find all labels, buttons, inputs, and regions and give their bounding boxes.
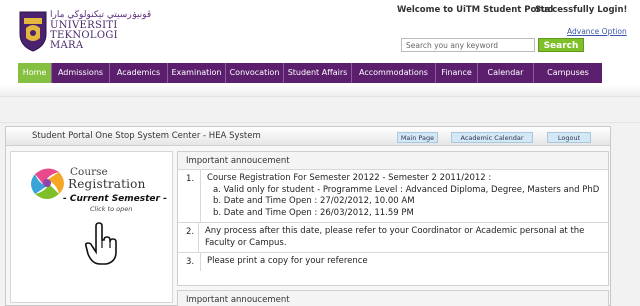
main-nav: Home Admissions Academics Examination Co… (18, 63, 602, 83)
academic-calendar-button[interactable]: Academic Calendar (451, 132, 533, 143)
announcement-box-2: Important annoucement (177, 290, 609, 306)
announcement-item: 2. Any process after this date, please r… (178, 223, 608, 253)
announcement-subitem: b. Date and Time Open : 26/03/2012, 11.5… (213, 207, 414, 218)
announcement-text: Course Registration For Semester 20122 -… (207, 173, 492, 183)
nav-convocation[interactable]: Convocation (226, 63, 284, 83)
announcement-box: Important annoucement 1. Course Registra… (177, 151, 609, 286)
main-page-button[interactable]: Main Page (397, 132, 438, 143)
announcement-item: 3. Please print a copy for your referenc… (178, 253, 608, 271)
nav-examination[interactable]: Examination (168, 63, 226, 83)
uitm-logo[interactable]: ڤونيۏرسيتي تيكنولوڬي مارا UNIVERSITI TEK… (18, 8, 158, 52)
logout-button[interactable]: Logout (547, 132, 591, 143)
announcement-item: 1. Course Registration For Semester 2012… (178, 170, 608, 223)
welcome-text: Welcome to UiTM Student Portal (397, 5, 554, 15)
nav-finance[interactable]: Finance (436, 63, 478, 83)
nav-calendar[interactable]: Calendar (478, 63, 534, 83)
band-top (0, 84, 640, 96)
course-registration-banner[interactable]: Course Registration - Current Semester -… (10, 151, 173, 303)
nav-student-affairs[interactable]: Student Affairs (284, 63, 352, 83)
advance-option-link[interactable]: Advance Option (567, 27, 627, 36)
announcement-number: 1. (178, 170, 201, 222)
portal-title: Student Portal One Stop System Center - … (32, 131, 261, 141)
announcement-heading: Important annoucement (178, 152, 608, 170)
search-button[interactable]: Search (538, 38, 584, 52)
announcement-subitem: a. Valid only for student - Programme Le… (213, 184, 600, 195)
nav-admissions[interactable]: Admissions (52, 63, 110, 83)
announcement-text: Any process after this date, please refe… (204, 226, 585, 248)
click-to-open-label: Click to open (90, 205, 133, 213)
hand-pointer-icon (84, 222, 117, 265)
portal-panel: Student Portal One Stop System Center - … (5, 126, 611, 306)
nav-campuses[interactable]: Campuses (534, 63, 602, 83)
current-semester-label: - Current Semester - (63, 194, 167, 204)
band-divider (0, 122, 640, 123)
nav-accommodations[interactable]: Accommodations (352, 63, 436, 83)
nav-home[interactable]: Home (18, 63, 52, 83)
logo-line-3: MARA (50, 40, 84, 51)
nav-academics[interactable]: Academics (110, 63, 168, 83)
login-status: Successfully Login! (535, 5, 628, 15)
uitm-crest-icon (19, 11, 47, 52)
announcement-number: 3. (178, 253, 201, 271)
search-input[interactable]: Search you any keyword (401, 38, 535, 52)
announcement-subitem: b. Date and Time Open : 27/02/2012, 10.0… (213, 196, 415, 206)
course-title-line2: Registration (68, 177, 146, 191)
announcement-heading-2: Important annoucement (178, 291, 608, 306)
announcement-number: 2. (178, 223, 199, 252)
portal-header: Student Portal One Stop System Center - … (6, 127, 610, 146)
announcement-text: Please print a copy for your reference (207, 256, 368, 266)
